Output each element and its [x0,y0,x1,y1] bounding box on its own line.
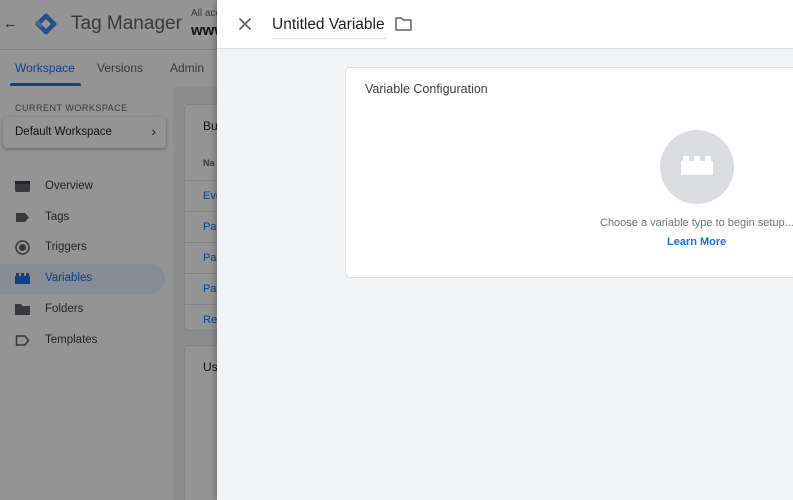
variable-editor-sheet: Untitled Variable Variable Configuration… [217,0,793,500]
config-title: Variable Configuration [365,82,488,96]
variable-name-input[interactable]: Untitled Variable [272,14,387,39]
variable-brick-icon [681,156,713,175]
folder-outline-icon[interactable] [395,16,412,31]
choose-variable-type-button[interactable] [660,130,734,204]
close-icon[interactable] [235,14,255,34]
learn-more-link[interactable]: Learn More [667,236,726,248]
variable-configuration-card[interactable]: Variable Configuration Choose a variable… [345,67,793,278]
setup-hint: Choose a variable type to begin setup... [600,217,793,229]
sheet-header: Untitled Variable [217,0,793,49]
